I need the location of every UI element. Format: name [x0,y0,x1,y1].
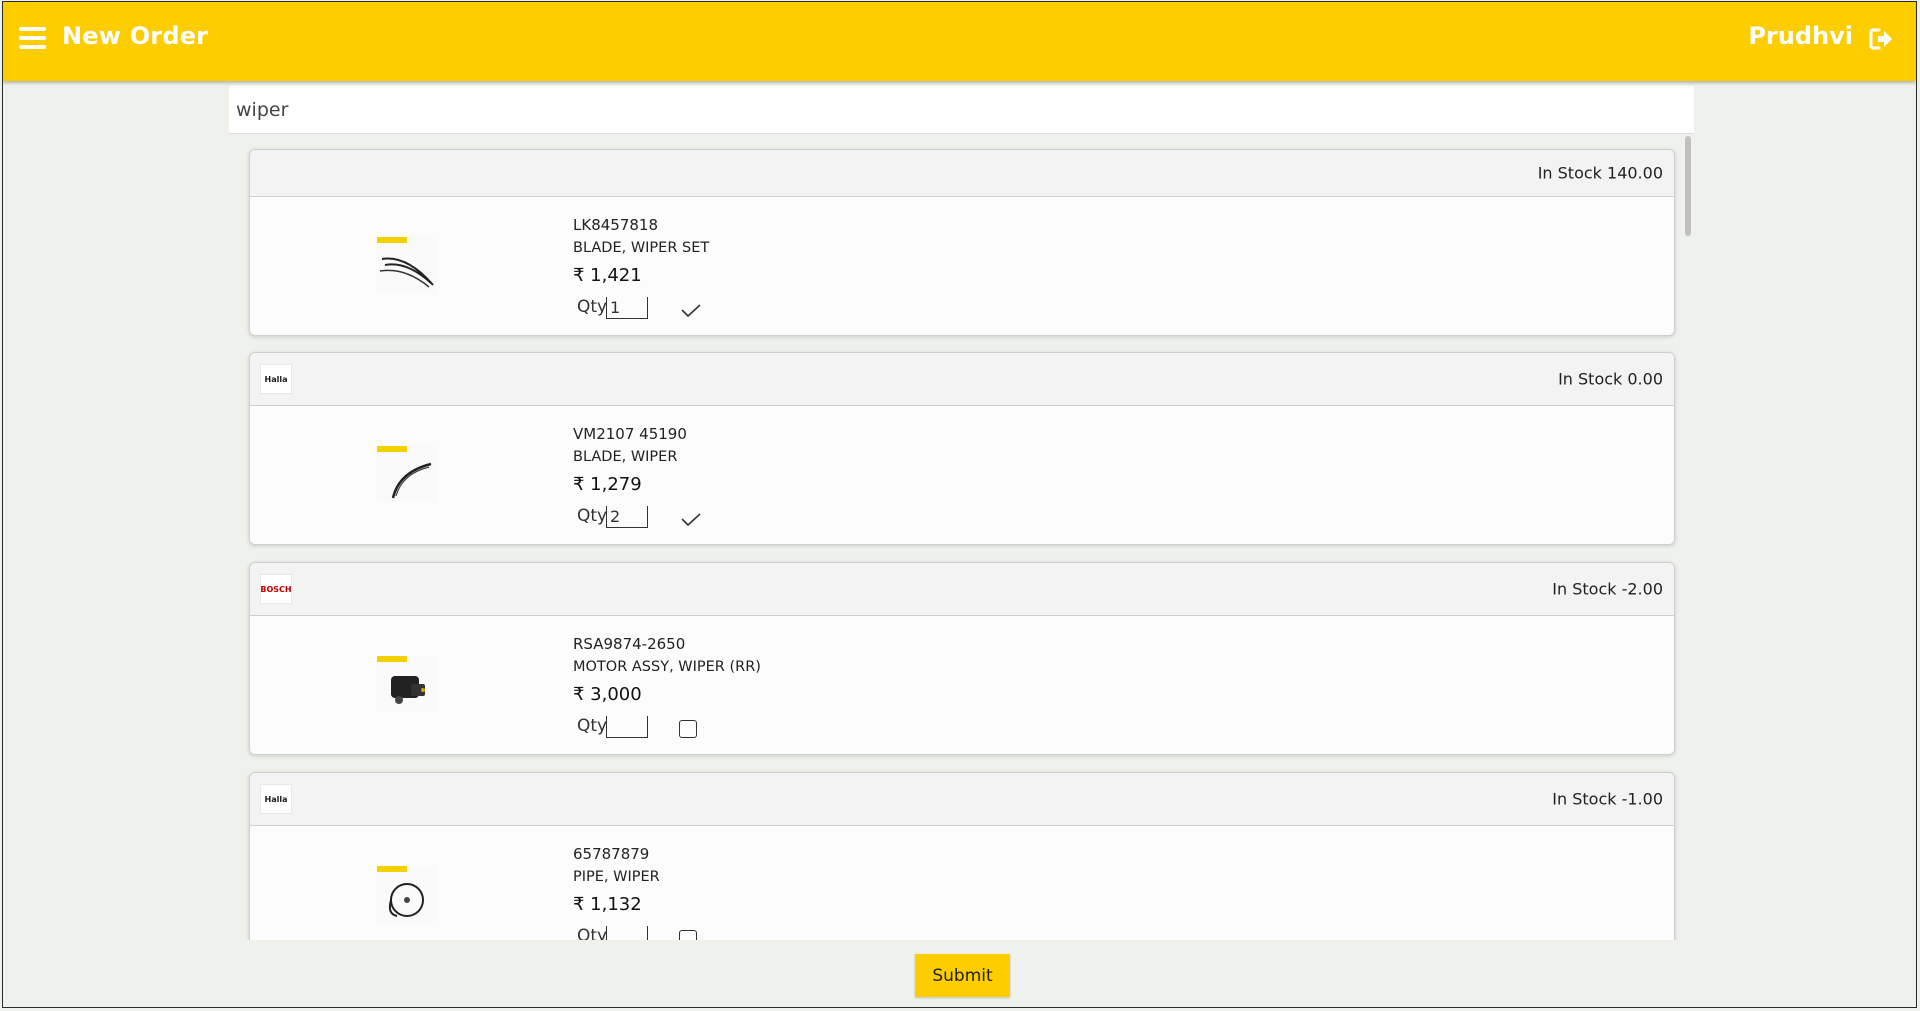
qty-label: Qty [577,926,608,940]
price: ₹ 3,000 [573,684,642,705]
app-bar: New Order Prudhvi [3,2,1916,81]
part-description: BLADE, WIPER [573,449,678,465]
product-card: BOSCH In Stock -2.00 RSA9874-2650 MOTOR … [249,562,1675,755]
part-number: RSA9874-2650 [573,635,686,653]
qty-label: Qty [577,297,608,317]
card-header: Halla In Stock -1.00 [250,773,1674,826]
stock-status: In Stock -1.00 [1552,789,1663,809]
part-description: MOTOR ASSY, WIPER (RR) [573,659,761,675]
product-card: Halla In Stock -1.00 65787879 PIPE, WIPE… [249,772,1675,940]
price: ₹ 1,421 [573,265,642,286]
card-header: BOSCH In Stock -2.00 [250,563,1674,616]
card-header: In Stock 140.00 [250,150,1674,197]
stock-status: In Stock 140.00 [1537,163,1663,183]
select-checkbox[interactable] [679,720,697,738]
submit-button[interactable]: Submit [915,954,1010,997]
price: ₹ 1,132 [573,894,642,915]
search-input[interactable] [229,86,1694,133]
product-image [377,446,437,502]
card-body: 65787879 PIPE, WIPER ₹ 1,132 Qty [250,826,1674,940]
product-list[interactable]: In Stock 140.00 LK8457818 BLADE, WIPER S… [229,134,1694,940]
qty-input[interactable] [606,297,648,319]
product-image [377,237,437,293]
logout-icon[interactable] [1868,26,1894,52]
qty-label: Qty [577,716,608,736]
checkmark-icon[interactable] [680,511,702,527]
stock-status: In Stock -2.00 [1552,579,1663,599]
brand-logo: Halla [260,364,292,394]
checkmark-icon[interactable] [680,302,702,318]
price: ₹ 1,279 [573,474,642,495]
product-image [377,656,437,712]
product-image [377,866,437,922]
qty-label: Qty [577,506,608,526]
card-body: RSA9874-2650 MOTOR ASSY, WIPER (RR) ₹ 3,… [250,616,1674,754]
brand-logo: BOSCH [260,574,292,604]
part-number: 65787879 [573,845,650,863]
user-name: Prudhvi [1748,22,1853,50]
stock-status: In Stock 0.00 [1558,369,1663,389]
page-title: New Order [62,22,209,50]
card-body: VM2107 45190 BLADE, WIPER ₹ 1,279 Qty [250,406,1674,544]
hamburger-menu-icon[interactable] [19,27,46,49]
part-description: PIPE, WIPER [573,869,660,885]
product-card: In Stock 140.00 LK8457818 BLADE, WIPER S… [249,149,1675,336]
scrollbar[interactable] [1685,136,1691,236]
search-bar [229,86,1694,134]
select-checkbox[interactable] [679,930,697,940]
card-header: Halla In Stock 0.00 [250,353,1674,406]
qty-input[interactable] [606,506,648,528]
part-number: VM2107 45190 [573,425,687,443]
qty-input[interactable] [606,716,648,738]
qty-input[interactable] [606,926,648,940]
brand-logo: Halla [260,784,292,814]
app-frame: New Order Prudhvi In Stock 140.00 [2,1,1917,1008]
part-description: BLADE, WIPER SET [573,240,710,256]
card-body: LK8457818 BLADE, WIPER SET ₹ 1,421 Qty [250,197,1674,335]
part-number: LK8457818 [573,216,658,234]
product-card: Halla In Stock 0.00 VM2107 45190 BLADE, … [249,352,1675,545]
